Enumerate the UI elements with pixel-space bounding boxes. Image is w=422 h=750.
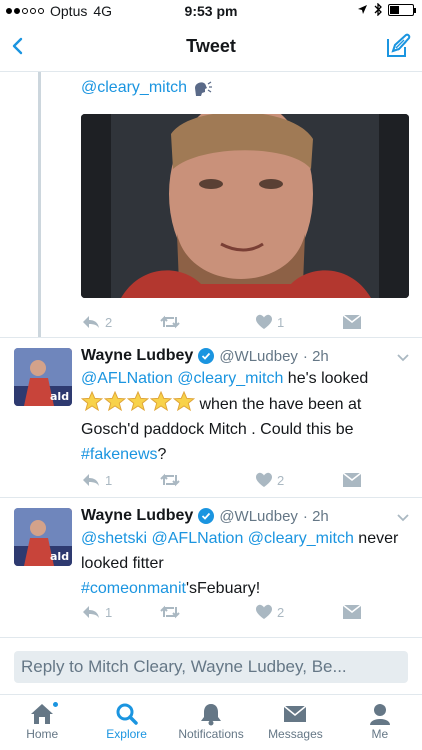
- author-name[interactable]: Wayne Ludbey: [81, 347, 193, 365]
- tweet-text: @shetski @AFLNation @cleary_mitch never …: [81, 526, 406, 601]
- reply-button[interactable]: 1: [81, 602, 159, 622]
- tab-label: Explore: [106, 727, 147, 741]
- svg-text:ald: ald: [50, 550, 69, 563]
- compose-tweet-icon[interactable]: [384, 32, 412, 60]
- tab-me[interactable]: Me: [338, 695, 422, 750]
- tweet-actions: 1 2: [81, 602, 361, 622]
- reply-icon: [83, 316, 99, 328]
- thread-connector-line: [38, 72, 41, 337]
- mention-link[interactable]: @cleary_mitch: [81, 79, 187, 97]
- tweet-text: @cleary_mitch: [81, 79, 213, 97]
- verified-badge-icon: [198, 508, 215, 524]
- like-button[interactable]: 1: [255, 312, 343, 332]
- mention-link[interactable]: @shetski: [81, 530, 147, 547]
- tab-notifications[interactable]: Notifications: [169, 695, 253, 750]
- chevron-down-icon[interactable]: [396, 353, 410, 363]
- mention-link[interactable]: @AFLNation: [81, 370, 173, 387]
- chevron-down-icon[interactable]: [396, 513, 410, 523]
- portrait-photo: [81, 114, 409, 298]
- author-handle[interactable]: @WLudbey: [219, 348, 298, 365]
- battery-icon: [388, 3, 416, 16]
- heart-icon: [256, 472, 272, 487]
- like-count: 2: [277, 604, 285, 620]
- tweet-text-segment: 'sFebuary!: [185, 580, 261, 597]
- bell-icon: [201, 704, 222, 726]
- tweet-text: @AFLNation @cleary_mitch he's looked whe…: [81, 366, 406, 467]
- reply-count: 1: [105, 472, 113, 488]
- envelope-icon: [283, 705, 307, 722]
- mention-link[interactable]: @cleary_mitch: [248, 530, 354, 547]
- tab-label: Home: [26, 727, 59, 741]
- reply-count: 2: [105, 314, 113, 330]
- mention-link[interactable]: @cleary_mitch: [177, 370, 283, 387]
- tab-messages[interactable]: Messages: [253, 695, 337, 750]
- reply-input[interactable]: Reply to Mitch Cleary, Wayne Ludbey, Be.…: [14, 651, 408, 683]
- heart-icon: [256, 314, 272, 329]
- reply-button[interactable]: 1: [81, 470, 159, 490]
- bluetooth-icon: [374, 3, 382, 16]
- tweet-item[interactable]: ald Wayne Ludbey @WLudbey · 2h @AFLNatio…: [0, 338, 422, 498]
- tab-label: Notifications: [178, 727, 244, 741]
- reply-icon: [83, 606, 99, 618]
- tweet-text-segment: ?: [157, 446, 167, 463]
- search-icon: [116, 703, 138, 725]
- tweet-item[interactable]: ald Wayne Ludbey @WLudbey · 2h @shetski …: [0, 498, 422, 638]
- retweet-button[interactable]: [159, 470, 255, 490]
- like-button[interactable]: 2: [255, 470, 343, 490]
- tweet-actions: 2 1: [81, 312, 361, 332]
- avatar[interactable]: ald: [14, 348, 72, 406]
- tweet-text-segment: he's looked: [283, 370, 369, 387]
- tweet-media-image[interactable]: [81, 114, 409, 298]
- retweet-button[interactable]: [159, 602, 255, 622]
- hashtag-link[interactable]: #fakenews: [81, 446, 158, 463]
- location-icon: [358, 5, 367, 14]
- retweet-icon: [160, 473, 180, 487]
- author-handle[interactable]: @WLudbey: [219, 508, 298, 525]
- reply-icon: [83, 474, 99, 486]
- mention-link[interactable]: @AFLNation: [152, 530, 244, 547]
- like-button[interactable]: 2: [255, 602, 343, 622]
- tab-home[interactable]: Home: [0, 695, 84, 750]
- envelope-icon: [343, 605, 361, 619]
- tweet-timestamp: · 2h: [302, 507, 329, 525]
- notification-dot: [52, 701, 59, 708]
- svg-text:ald: ald: [50, 390, 69, 403]
- tab-explore[interactable]: Explore: [84, 695, 168, 750]
- direct-message-button[interactable]: [343, 312, 361, 332]
- reply-button[interactable]: 2: [81, 312, 159, 332]
- tab-label: Me: [371, 727, 389, 741]
- direct-message-button[interactable]: [343, 602, 361, 622]
- like-count: 2: [277, 472, 285, 488]
- navigation-bar: Tweet: [0, 22, 422, 72]
- tab-bar: Home Explore Notifications Messages Me: [0, 694, 422, 750]
- status-bar: Optus 4G 9:53 pm: [0, 0, 422, 22]
- author-name[interactable]: Wayne Ludbey: [81, 507, 193, 525]
- tab-label: Messages: [268, 727, 323, 741]
- avatar[interactable]: ald: [14, 508, 72, 566]
- hashtag-link[interactable]: #comeonmanit: [81, 580, 186, 597]
- retweet-icon: [160, 605, 180, 619]
- person-icon: [369, 704, 390, 725]
- heart-icon: [256, 604, 272, 619]
- page-title: Tweet: [186, 36, 236, 56]
- verified-badge-icon: [198, 348, 215, 364]
- like-count: 1: [277, 314, 285, 330]
- retweet-icon: [160, 315, 180, 329]
- speaking-head-icon: [195, 81, 213, 96]
- reply-count: 1: [105, 604, 113, 620]
- star-emojis: [81, 391, 195, 411]
- tweet-actions: 1 2: [81, 470, 361, 490]
- divider: [0, 637, 422, 638]
- tweet-timestamp: · 2h: [302, 347, 329, 365]
- envelope-icon: [343, 315, 361, 329]
- envelope-icon: [343, 473, 361, 487]
- retweet-button[interactable]: [159, 312, 255, 332]
- direct-message-button[interactable]: [343, 470, 361, 490]
